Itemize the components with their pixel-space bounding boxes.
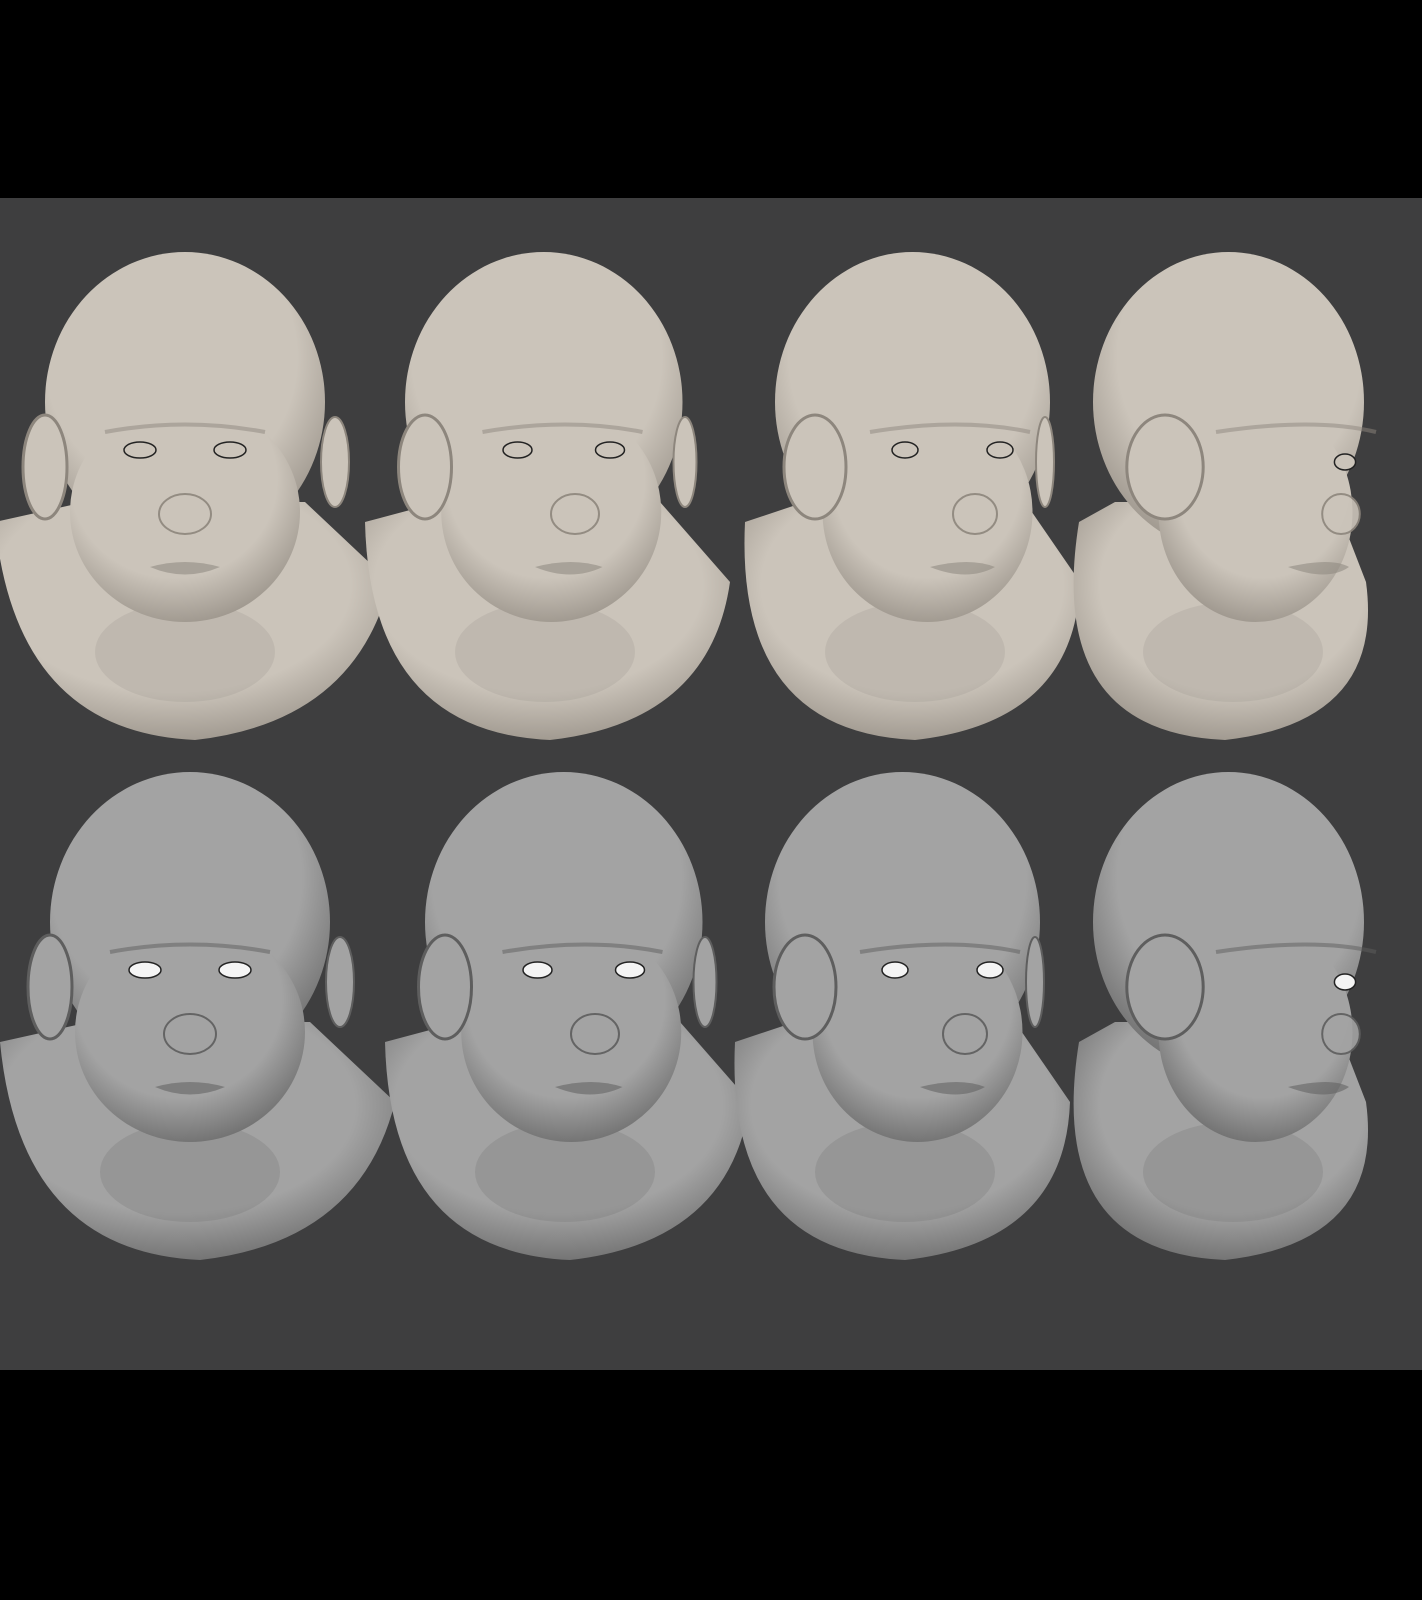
eye [986,441,1014,459]
ear [1125,413,1205,521]
eye [502,441,533,459]
ear [21,413,69,521]
head-render-three-quarter-left [385,772,750,1260]
ear [320,416,350,508]
ear [782,413,848,521]
ear [692,936,718,1028]
ear [1125,933,1205,1041]
eye [213,441,247,459]
head-renders [0,252,1377,1260]
head-render-three-quarter [734,772,1070,1260]
eye [1333,453,1357,471]
eye [522,961,553,979]
ear [1035,416,1055,508]
ear [1025,936,1045,1028]
nose [1321,1013,1361,1055]
eye [891,441,919,459]
eye [128,961,162,979]
nose [158,493,212,535]
eye [218,961,252,979]
ear [672,416,698,508]
ear [26,933,74,1041]
head-render-profile [1073,252,1377,740]
eye [614,961,646,979]
ear [325,936,355,1028]
head-render-profile [1073,772,1377,1260]
nose [163,1013,217,1055]
head-render-front [0,772,395,1260]
nose [570,1013,620,1055]
head-render-three-quarter-left [365,252,730,740]
face [822,402,1033,622]
nose [1321,493,1361,535]
ear [417,933,473,1041]
eye [881,961,909,979]
eye [123,441,157,459]
eye [976,961,1004,979]
head-render-front [0,252,390,740]
nose [550,493,600,535]
eye [594,441,626,459]
nose [942,1013,988,1055]
ear [397,413,453,521]
head-render-three-quarter [744,252,1080,740]
eye [1333,973,1357,991]
ear [772,933,838,1041]
nose [952,493,998,535]
face [812,922,1023,1142]
